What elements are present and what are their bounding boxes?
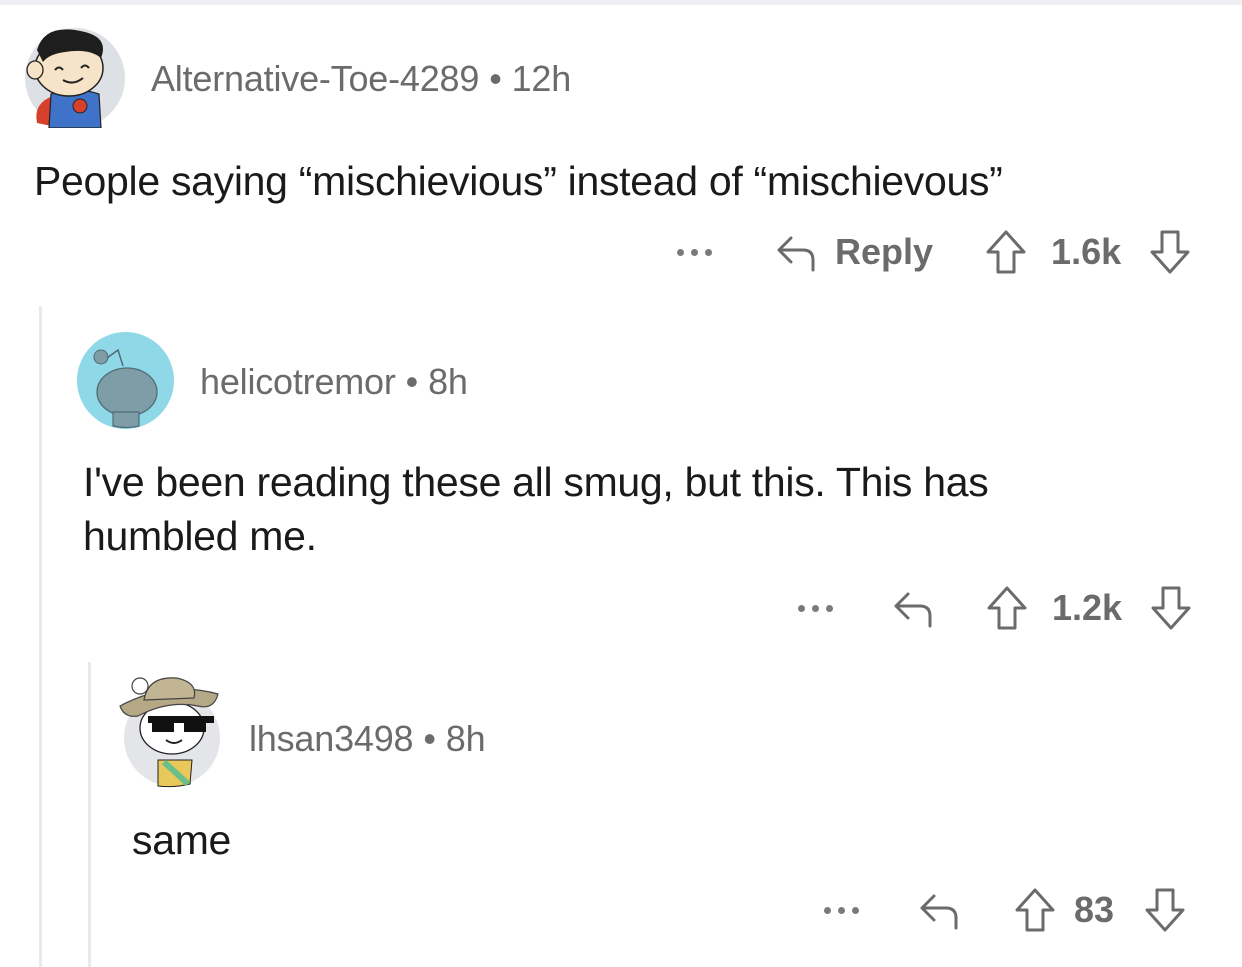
reply-button[interactable]: Reply [775,231,933,273]
downvote-arrow-icon [1145,888,1185,932]
vote-score: 1.6k [1051,231,1122,272]
downvote-button[interactable] [1149,229,1191,275]
ellipsis-dot [691,248,698,256]
comment-actions: 1.2k [798,584,1192,632]
avatar[interactable] [77,332,174,429]
meta-separator: • [489,58,502,99]
upvote-arrow-icon [1015,888,1055,932]
snoo-silhouette-avatar-icon [77,332,174,429]
ellipsis-dot [838,906,845,914]
avatar[interactable] [118,670,222,788]
more-options-button[interactable] [798,604,838,612]
comment-body-line: I've been reading these all smug, but th… [83,459,989,505]
ellipsis-icon [798,604,805,612]
comment-actions: Reply 1.6k [677,228,1191,276]
ellipsis-dot [852,906,859,914]
upvote-button[interactable] [1014,887,1056,933]
vote-score: 83 [1074,889,1115,930]
more-options-button[interactable] [677,248,717,256]
reply-arrow-icon [894,592,932,628]
comment-body: I've been reading these all smug, but th… [83,455,989,563]
comment-meta: lhsan3498 • 8h [249,718,486,760]
superman-snoo-avatar-icon [25,28,125,128]
username[interactable]: lhsan3498 [249,718,414,759]
comment-actions: 83 [824,886,1186,934]
downvote-arrow-icon [1151,586,1191,630]
ellipsis-icon [677,248,684,256]
username[interactable]: helicotremor [200,361,396,402]
reply-button[interactable] [918,890,960,930]
comment-age: 12h [511,58,572,99]
top-divider [0,0,1242,5]
hat-sunglasses-snoo-avatar-icon [119,677,220,788]
comment-body: same [132,817,232,863]
comment-body-line: humbled me. [83,513,317,559]
ellipsis-dot [826,604,833,612]
thread-line-level-2[interactable] [88,662,91,967]
meta-separator: • [405,361,419,402]
upvote-button[interactable] [985,229,1027,275]
reply-label: Reply [835,231,934,272]
comment-age: 8h [445,718,486,759]
reply-arrow-icon [777,236,815,272]
more-options-button[interactable] [824,906,864,914]
downvote-arrow-icon [1150,230,1190,274]
avatar[interactable] [25,28,125,128]
comment-meta: helicotremor • 8h [200,361,468,403]
upvote-arrow-icon [987,586,1027,630]
upvote-arrow-icon [986,230,1026,274]
reply-arrow-icon [920,894,958,930]
thread-line-level-1[interactable] [39,306,42,967]
downvote-button[interactable] [1144,887,1186,933]
username[interactable]: Alternative-Toe-4289 [151,58,479,99]
upvote-button[interactable] [986,585,1028,631]
downvote-button[interactable] [1150,585,1192,631]
ellipsis-dot [812,604,819,612]
comment-meta: Alternative-Toe-4289 • 12h [151,58,571,100]
comment-body: People saying “mischievious” instead of … [34,158,1003,204]
comment-age: 8h [428,361,468,402]
ellipsis-icon [824,906,831,914]
meta-separator: • [423,718,436,759]
reply-button[interactable] [892,588,934,628]
ellipsis-dot [705,248,712,256]
vote-score: 1.2k [1052,587,1123,628]
